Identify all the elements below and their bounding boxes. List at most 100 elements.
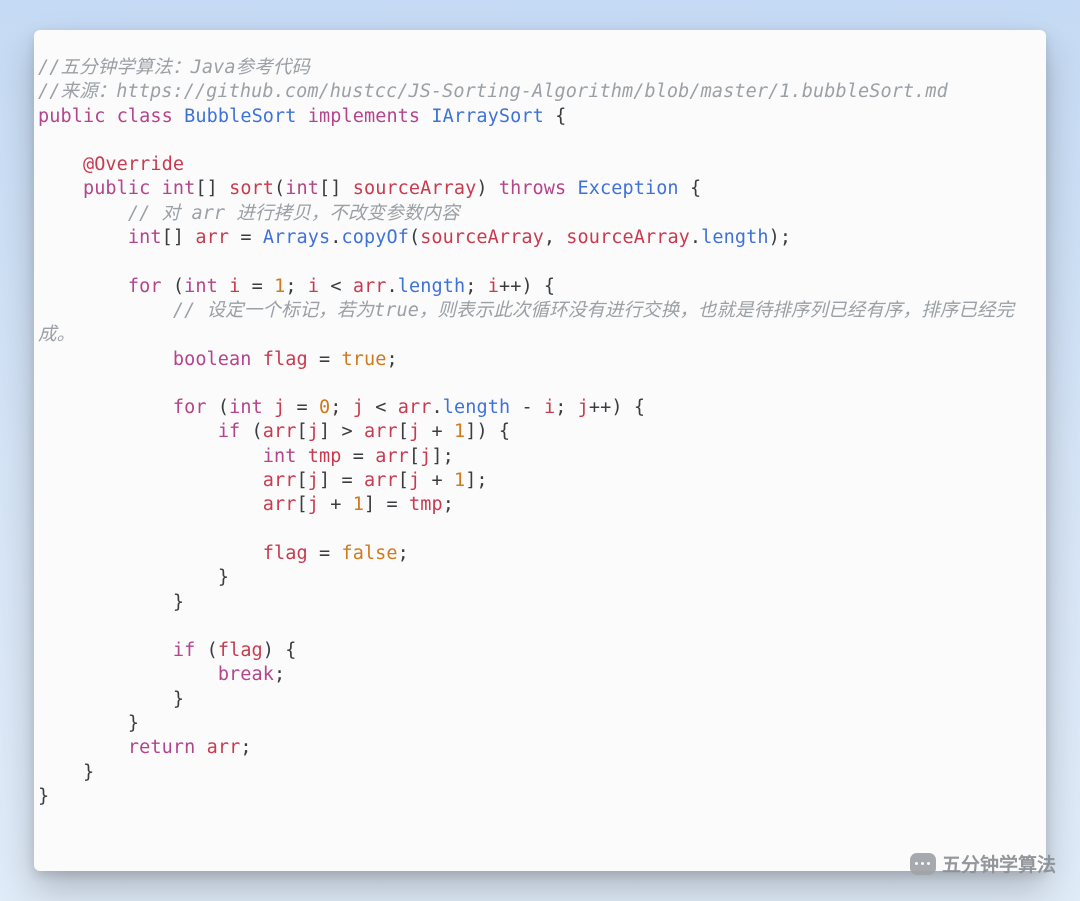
token-classname: IArraySort	[431, 106, 543, 127]
token-number: 1	[353, 494, 364, 515]
token-operator: -	[521, 397, 532, 418]
token-ident: j	[308, 494, 319, 515]
token-punct: [	[409, 446, 420, 467]
token-plain	[263, 397, 274, 418]
token-punct: (	[409, 227, 420, 248]
token-punct: )	[476, 178, 487, 199]
token-plain	[488, 178, 499, 199]
token-punct: .	[330, 227, 341, 248]
token-operator: =	[386, 494, 397, 515]
token-punct: [	[296, 494, 307, 515]
token-plain	[341, 446, 352, 467]
token-plain	[195, 640, 206, 661]
token-punct: ]	[319, 421, 341, 442]
token-punct: ,	[544, 227, 566, 248]
code-line: break;	[38, 664, 285, 685]
token-ident: arr	[364, 470, 398, 491]
code-line: }	[38, 786, 49, 807]
token-punct: ]) {	[465, 421, 510, 442]
code-card: //五分钟学算法：Java参考代码 //来源：https://github.co…	[34, 30, 1046, 871]
token-punct: []	[319, 178, 353, 199]
token-punct: ];	[431, 446, 453, 467]
token-plain	[296, 446, 307, 467]
token-plain	[308, 349, 319, 370]
token-punct: ;	[330, 397, 352, 418]
token-keyword: public	[83, 178, 150, 199]
token-punct: (	[173, 276, 184, 297]
token-plain	[566, 178, 577, 199]
token-ident: flag	[263, 543, 308, 564]
token-punct: }	[38, 786, 49, 807]
token-punct: ;	[285, 276, 307, 297]
token-operator: =	[297, 397, 308, 418]
token-plain	[319, 276, 330, 297]
code-line: //来源：https://github.com/hustcc/JS-Sortin…	[38, 81, 948, 102]
token-plain	[207, 397, 218, 418]
token-keyword: for	[128, 276, 162, 297]
token-operator: <	[375, 397, 386, 418]
token-punct: [	[398, 470, 409, 491]
token-punct: .	[690, 227, 701, 248]
token-punct: ;	[386, 349, 397, 370]
token-ident: j	[420, 446, 431, 467]
token-ident: i	[308, 276, 319, 297]
token-plain	[150, 178, 161, 199]
token-bool: false	[341, 543, 397, 564]
token-plain	[285, 397, 296, 418]
token-punct: ]	[319, 470, 341, 491]
token-operator: <	[330, 276, 341, 297]
token-punct: .	[387, 276, 398, 297]
token-punct: ;	[465, 276, 487, 297]
token-ident: flag	[218, 640, 263, 661]
token-ident: arr	[263, 470, 297, 491]
code-line: for (int i = 1; i < arr.length; i++) {	[38, 276, 555, 297]
token-ident: j	[353, 397, 364, 418]
token-plain	[308, 397, 319, 418]
token-type: int	[285, 178, 319, 199]
token-ident: sourceArray	[566, 227, 690, 248]
token-punct: }	[83, 762, 94, 783]
token-type: boolean	[173, 349, 252, 370]
token-classname: Exception	[578, 178, 679, 199]
token-number: 1	[454, 421, 465, 442]
code-line: if (arr[j] > arr[j + 1]) {	[38, 421, 510, 442]
token-punct: ;	[555, 397, 577, 418]
token-punct: [	[296, 470, 307, 491]
token-operator: +	[330, 494, 341, 515]
token-plain	[319, 494, 330, 515]
token-operator: =	[353, 446, 364, 467]
watermark: 五分钟学算法	[910, 850, 1056, 877]
code-line: // 对 arr 进行拷贝，不改变参数内容	[38, 203, 460, 224]
token-member: length	[701, 227, 768, 248]
code-line: }	[38, 689, 184, 710]
token-plain	[173, 106, 184, 127]
token-punct: ) {	[263, 640, 297, 661]
token-type: int	[263, 446, 297, 467]
token-plain	[341, 494, 352, 515]
token-ident: flag	[263, 349, 308, 370]
token-ident: arr	[195, 227, 229, 248]
token-ident: j	[578, 397, 589, 418]
token-punct: }	[173, 592, 184, 613]
token-keyword: public	[38, 106, 105, 127]
token-ident: arr	[398, 397, 432, 418]
token-operator: =	[319, 543, 330, 564]
token-punct: {	[690, 178, 701, 199]
code-line: int[] arr = Arrays.copyOf(sourceArray, s…	[38, 227, 791, 248]
token-ident: tmp	[308, 446, 342, 467]
token-plain	[330, 543, 341, 564]
code-line: flag = false;	[38, 543, 409, 564]
token-plain	[364, 446, 375, 467]
token-punct: []	[195, 178, 229, 199]
token-bool: true	[341, 349, 386, 370]
token-comment: //五分钟学算法：Java参考代码	[38, 57, 310, 78]
token-plain	[240, 276, 251, 297]
token-plain	[544, 106, 555, 127]
token-comment: //来源：https://github.com/hustcc/JS-Sortin…	[38, 81, 948, 102]
token-punct: ]	[364, 494, 386, 515]
token-number: 0	[319, 397, 330, 418]
token-keyword: break	[218, 664, 274, 685]
token-classname: Arrays	[263, 227, 330, 248]
token-ident: tmp	[409, 494, 443, 515]
token-operator: =	[319, 349, 330, 370]
